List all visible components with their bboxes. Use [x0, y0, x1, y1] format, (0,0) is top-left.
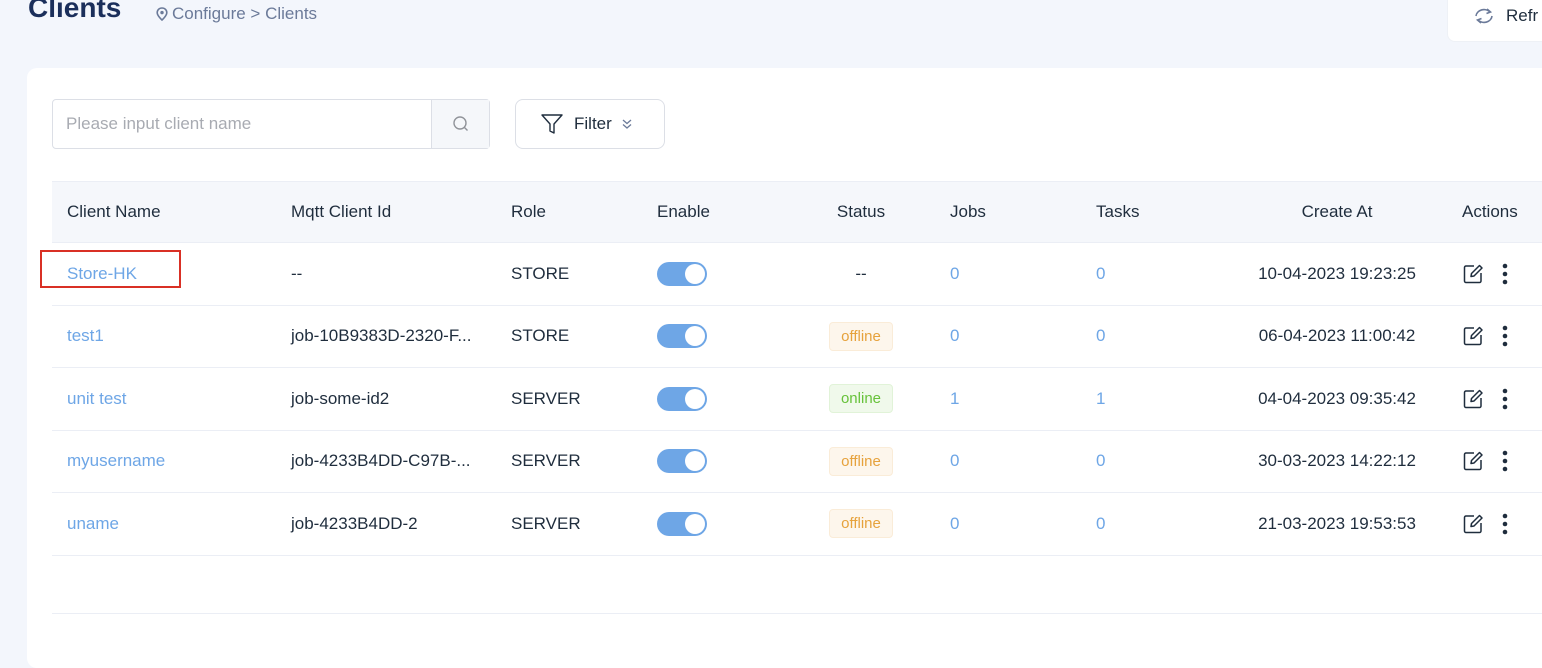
edit-icon[interactable] [1462, 513, 1484, 535]
tasks-count-link[interactable]: 0 [1096, 264, 1105, 284]
tasks-count-link[interactable]: 0 [1096, 326, 1105, 346]
edit-icon[interactable] [1462, 388, 1484, 410]
table-row: myusername job-4233B4DD-C97B-... SERVER off… [52, 431, 1542, 493]
column-header-tasks[interactable]: Tasks [1096, 182, 1139, 242]
page-title: Clients [28, 0, 122, 23]
table-footer-divider [52, 613, 1542, 614]
create-at-text: 30-03-2023 14:22:12 [1258, 451, 1416, 471]
filter-label: Filter [574, 114, 612, 133]
search-button[interactable] [431, 100, 489, 148]
search-box [52, 99, 490, 149]
breadcrumb-text: Configure > Clients [172, 4, 318, 23]
jobs-count-link[interactable]: 0 [950, 451, 959, 471]
mqtt-client-id: job-10B9383D-2320-F... [291, 326, 472, 346]
column-header-actions: Actions [1462, 202, 1518, 221]
edit-icon[interactable] [1462, 450, 1484, 472]
role-text: SERVER [511, 388, 581, 408]
status-badge: offline [829, 509, 893, 539]
jobs-count-link[interactable]: 1 [950, 389, 959, 409]
mqtt-client-id: -- [291, 263, 303, 283]
refresh-button[interactable]: Refr [1447, 0, 1542, 42]
funnel-icon [541, 114, 563, 134]
create-at-text: 06-04-2023 11:00:42 [1258, 326, 1416, 346]
search-icon [452, 116, 468, 131]
role-text: STORE [511, 326, 570, 346]
more-vertical-icon[interactable] [1502, 513, 1508, 535]
breadcrumb: Configure > Clients [156, 4, 317, 24]
jobs-count-link[interactable]: 0 [950, 264, 959, 284]
client-name-link[interactable]: myusername [67, 451, 165, 471]
mqtt-client-id: job-4233B4DD-2 [291, 513, 418, 533]
role-text: SERVER [511, 451, 581, 471]
table-body: Store-HK -- STORE -- 0 0 10-04-2023 19:23:25 te… [52, 243, 1542, 556]
column-header-jobs[interactable]: Jobs [950, 182, 986, 242]
column-header-mqtt-client-id[interactable]: Mqtt Client Id [291, 182, 391, 242]
refresh-label: Refr [1506, 6, 1539, 25]
more-vertical-icon[interactable] [1502, 388, 1508, 410]
table-header: Client Name Mqtt Client Id Role Enable S… [52, 181, 1542, 243]
create-at-text: 04-04-2023 09:35:42 [1258, 388, 1416, 408]
status-text: -- [855, 263, 867, 283]
mqtt-client-id: job-4233B4DD-C97B-... [291, 451, 471, 471]
column-header-client-name[interactable]: Client Name [67, 182, 161, 242]
tasks-count-link[interactable]: 0 [1096, 514, 1105, 534]
status-badge: offline [829, 321, 893, 351]
jobs-count-link[interactable]: 0 [950, 326, 959, 346]
table-row: test1 job-10B9383D-2320-F... STORE offline 0… [52, 306, 1542, 368]
enable-toggle[interactable] [657, 449, 707, 474]
role-text: SERVER [511, 513, 581, 533]
client-name-link[interactable]: test1 [67, 326, 104, 346]
create-at-text: 10-04-2023 19:23:25 [1258, 263, 1416, 283]
edit-icon[interactable] [1462, 325, 1484, 347]
status-badge: offline [829, 446, 893, 476]
column-header-enable[interactable]: Enable [657, 182, 710, 242]
double-chevron-down-icon [622, 119, 632, 129]
create-at-text: 21-03-2023 19:53:53 [1258, 513, 1416, 533]
enable-toggle[interactable] [657, 511, 707, 536]
table-row: uname job-4233B4DD-2 SERVER offline 0 0 21-03-… [52, 493, 1542, 556]
table-row: Store-HK -- STORE -- 0 0 10-04-2023 19:23:25 [52, 243, 1542, 306]
enable-toggle[interactable] [657, 261, 707, 286]
jobs-count-link[interactable]: 0 [950, 514, 959, 534]
mqtt-client-id: job-some-id2 [291, 388, 390, 408]
column-header-status[interactable]: Status [811, 182, 911, 242]
filter-button[interactable]: Filter [515, 99, 665, 149]
client-name-link[interactable]: unit test [67, 389, 127, 409]
column-header-create-at[interactable]: Create At [1237, 182, 1437, 242]
tasks-count-link[interactable]: 1 [1096, 389, 1105, 409]
tasks-count-link[interactable]: 0 [1096, 451, 1105, 471]
status-badge: online [828, 384, 894, 414]
client-name-link[interactable]: uname [67, 514, 119, 534]
search-input[interactable] [53, 100, 431, 148]
enable-toggle[interactable] [657, 324, 707, 349]
client-name-link[interactable]: Store-HK [67, 264, 137, 284]
more-vertical-icon[interactable] [1502, 450, 1508, 472]
location-pin-icon [156, 7, 168, 21]
clients-table: Client Name Mqtt Client Id Role Enable S… [52, 181, 1542, 556]
role-text: STORE [511, 263, 570, 283]
table-row: unit test job-some-id2 SERVER online 1 1 04-04… [52, 368, 1542, 431]
more-vertical-icon[interactable] [1502, 263, 1508, 285]
column-header-role[interactable]: Role [511, 182, 546, 242]
more-vertical-icon[interactable] [1502, 325, 1508, 347]
edit-icon[interactable] [1462, 263, 1484, 285]
refresh-icon [1475, 8, 1493, 24]
enable-toggle[interactable] [657, 386, 707, 411]
